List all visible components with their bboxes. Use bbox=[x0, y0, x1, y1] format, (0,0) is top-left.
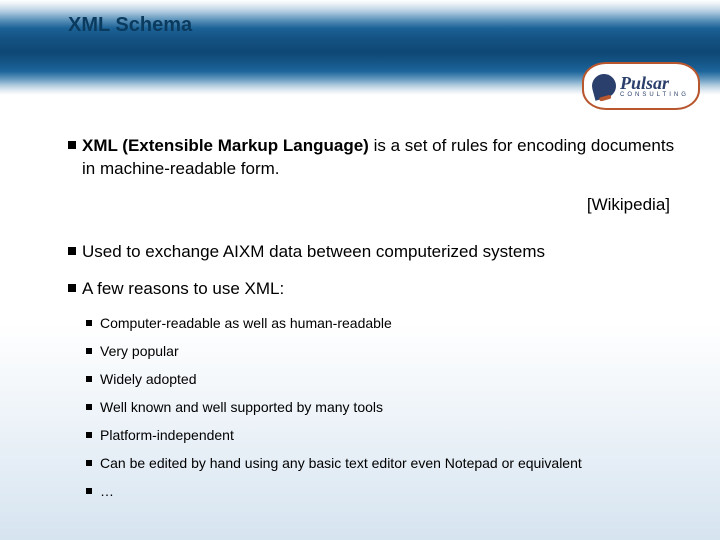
reason-item: Computer-readable as well as human-reada… bbox=[86, 315, 680, 331]
slide-title: XML Schema bbox=[68, 14, 192, 37]
reason-text: Widely adopted bbox=[100, 371, 197, 387]
reasons-heading: A few reasons to use XML: bbox=[68, 278, 680, 301]
bullet-icon bbox=[68, 247, 76, 255]
reason-text: Computer-readable as well as human-reada… bbox=[100, 315, 392, 331]
bullet-icon bbox=[86, 404, 92, 410]
exchange-text: Used to exchange AIXM data between compu… bbox=[82, 241, 545, 264]
logo-subtitle: CONSULTING bbox=[620, 92, 689, 98]
reason-item: Platform-independent bbox=[86, 427, 680, 443]
reason-item: Widely adopted bbox=[86, 371, 680, 387]
reason-item: … bbox=[86, 483, 680, 499]
reason-item: Well known and well supported by many to… bbox=[86, 399, 680, 415]
logo-mark-icon bbox=[589, 71, 618, 100]
citation: [Wikipedia] bbox=[68, 195, 670, 215]
slide-content: XML (Extensible Markup Language) is a se… bbox=[68, 135, 680, 511]
reason-item: Can be edited by hand using any basic te… bbox=[86, 455, 680, 471]
bullet-icon bbox=[68, 284, 76, 292]
reason-text: Platform-independent bbox=[100, 427, 234, 443]
bullet-icon bbox=[68, 141, 76, 149]
intro-bold: XML (Extensible Markup Language) bbox=[82, 136, 369, 155]
logo-name: Pulsar bbox=[620, 74, 689, 92]
reason-text: Very popular bbox=[100, 343, 179, 359]
bullet-icon bbox=[86, 376, 92, 382]
bullet-icon bbox=[86, 488, 92, 494]
bullet-icon bbox=[86, 348, 92, 354]
reasons-heading-text: A few reasons to use XML: bbox=[82, 278, 284, 301]
intro-bullet: XML (Extensible Markup Language) is a se… bbox=[68, 135, 680, 181]
bullet-icon bbox=[86, 320, 92, 326]
bullet-icon bbox=[86, 460, 92, 466]
reason-item: Very popular bbox=[86, 343, 680, 359]
reason-text: Well known and well supported by many to… bbox=[100, 399, 383, 415]
logo: Pulsar CONSULTING bbox=[582, 62, 700, 110]
reason-text: Can be edited by hand using any basic te… bbox=[100, 455, 582, 471]
exchange-bullet: Used to exchange AIXM data between compu… bbox=[68, 241, 680, 264]
reason-text: … bbox=[100, 483, 114, 499]
bullet-icon bbox=[86, 432, 92, 438]
